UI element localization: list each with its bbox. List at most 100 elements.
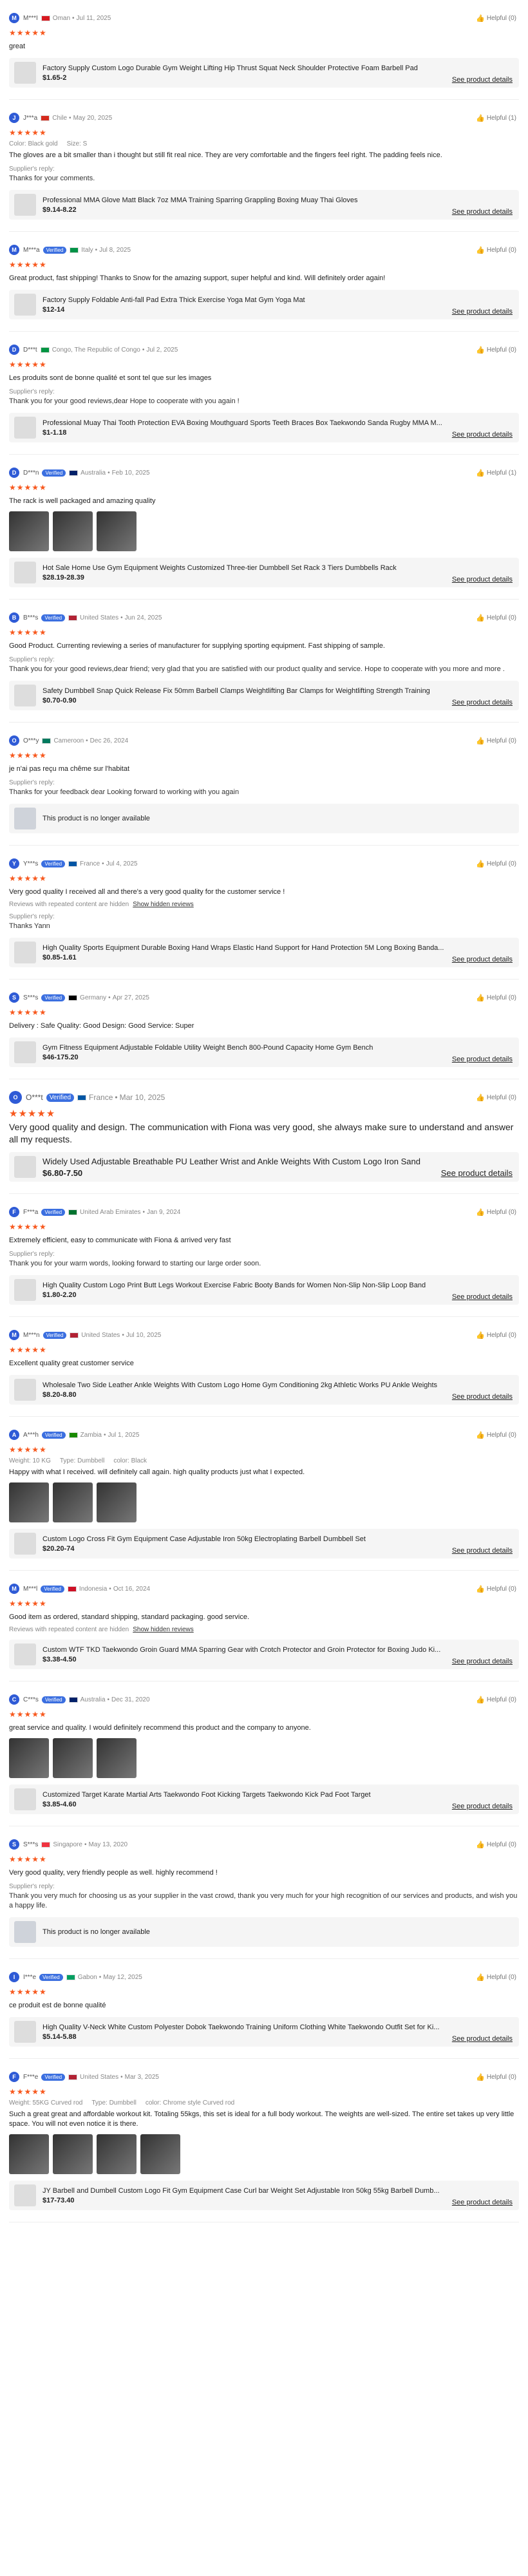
helpful-button[interactable]: 👍 Helpful (0) — [476, 860, 516, 868]
helpful-button[interactable]: 👍 Helpful (0) — [476, 1094, 516, 1102]
product-thumbnail[interactable] — [14, 1279, 36, 1301]
product-thumbnail[interactable] — [14, 2184, 36, 2206]
product-title[interactable]: Hot Sale Home Use Gym Equipment Weights … — [42, 564, 467, 572]
product-thumbnail[interactable] — [14, 562, 36, 583]
product-title[interactable]: JY Barbell and Dumbell Custom Logo Fit G… — [42, 2187, 467, 2195]
see-product-details-link[interactable]: See product details — [452, 956, 513, 963]
see-product-details-link[interactable]: See product details — [452, 1056, 513, 1063]
see-product-details-link[interactable]: See product details — [452, 208, 513, 216]
show-hidden-link[interactable]: Show hidden reviews — [133, 1626, 194, 1633]
see-product-details-link[interactable]: See product details — [452, 1393, 513, 1401]
helpful-button[interactable]: 👍 Helpful (0) — [476, 737, 516, 745]
see-product-details-link[interactable]: See product details — [452, 2035, 513, 2043]
product-card[interactable]: High Quality Custom Logo Print Butt Legs… — [9, 1275, 519, 1305]
review-photo[interactable] — [9, 2134, 49, 2174]
review-photo[interactable] — [53, 1482, 93, 1522]
review-photo[interactable] — [53, 2134, 93, 2174]
product-thumbnail[interactable] — [14, 1156, 36, 1178]
product-card[interactable]: JY Barbell and Dumbell Custom Logo Fit G… — [9, 2181, 519, 2210]
product-card[interactable]: Gym Fitness Equipment Adjustable Foldabl… — [9, 1037, 519, 1067]
product-thumbnail[interactable] — [14, 194, 36, 216]
product-thumbnail[interactable] — [14, 685, 36, 706]
product-thumbnail[interactable] — [14, 942, 36, 963]
product-card[interactable]: Safety Dumbbell Snap Quick Release Fix 5… — [9, 681, 519, 710]
product-card[interactable]: Wholesale Two Side Leather Ankle Weights… — [9, 1375, 519, 1405]
product-thumbnail[interactable] — [14, 62, 36, 84]
product-title[interactable]: Professional MMA Glove Matt Black 7oz MM… — [42, 196, 467, 204]
product-card[interactable]: Factory Supply Custom Logo Durable Gym W… — [9, 58, 519, 88]
product-thumbnail[interactable] — [14, 2021, 36, 2043]
helpful-button[interactable]: 👍 Helpful (0) — [476, 1585, 516, 1593]
helpful-button[interactable]: 👍 Helpful (0) — [476, 1696, 516, 1704]
review-text: Very good quality I received all and the… — [9, 888, 285, 896]
product-title[interactable]: Safety Dumbbell Snap Quick Release Fix 5… — [42, 687, 467, 695]
review-photo[interactable] — [97, 1482, 137, 1522]
product-title[interactable]: Custom WTF TKD Taekwondo Groin Guard MMA… — [42, 1646, 467, 1654]
review-photo[interactable] — [9, 511, 49, 551]
product-card[interactable]: High Quality V-Neck White Custom Polyest… — [9, 2017, 519, 2047]
product-title[interactable]: High Quality Custom Logo Print Butt Legs… — [42, 1282, 467, 1289]
see-product-details-link[interactable]: See product details — [452, 308, 513, 316]
helpful-button[interactable]: 👍 Helpful (1) — [476, 469, 516, 477]
helpful-button[interactable]: 👍 Helpful (0) — [476, 1208, 516, 1217]
product-title[interactable]: Factory Supply Custom Logo Durable Gym W… — [42, 64, 467, 72]
product-card[interactable]: Professional MMA Glove Matt Black 7oz MM… — [9, 190, 519, 220]
review-card: Y Y***s Verified France • Jul 4, 2025 👍 Helpf… — [9, 846, 519, 980]
see-product-details-link[interactable]: See product details — [452, 1547, 513, 1555]
product-title[interactable]: Wholesale Two Side Leather Ankle Weights… — [42, 1381, 467, 1389]
product-title[interactable]: Factory Supply Foldable Anti-fall Pad Ex… — [42, 296, 467, 304]
product-title[interactable]: Professional Muay Thai Tooth Protection … — [42, 419, 467, 427]
see-product-details-link[interactable]: See product details — [452, 576, 513, 583]
helpful-button[interactable]: 👍 Helpful (0) — [476, 14, 516, 23]
product-card[interactable]: Custom Logo Cross Fit Gym Equipment Case… — [9, 1529, 519, 1558]
product-title[interactable]: Customized Target Karate Martial Arts Ta… — [42, 1791, 467, 1799]
see-product-details-link[interactable]: See product details — [452, 76, 513, 84]
verified-badge: Verified — [41, 994, 66, 1001]
product-card[interactable]: Custom WTF TKD Taekwondo Groin Guard MMA… — [9, 1640, 519, 1669]
see-product-details-link[interactable]: See product details — [452, 1803, 513, 1810]
review-photo[interactable] — [140, 2134, 180, 2174]
review-photo[interactable] — [53, 511, 93, 551]
helpful-button[interactable]: 👍 Helpful (0) — [476, 2073, 516, 2081]
product-title[interactable]: Gym Fitness Equipment Adjustable Foldabl… — [42, 1044, 467, 1052]
product-title[interactable]: Widely Used Adjustable Breathable PU Lea… — [42, 1157, 467, 1166]
helpful-button[interactable]: 👍 Helpful (0) — [476, 1431, 516, 1439]
see-product-details-link[interactable]: See product details — [452, 2199, 513, 2206]
review-photo[interactable] — [53, 1738, 93, 1778]
product-card[interactable]: Customized Target Karate Martial Arts Ta… — [9, 1785, 519, 1814]
product-title[interactable]: Custom Logo Cross Fit Gym Equipment Case… — [42, 1535, 467, 1543]
product-card[interactable]: Professional Muay Thai Tooth Protection … — [9, 413, 519, 442]
product-card[interactable]: Widely Used Adjustable Breathable PU Lea… — [9, 1152, 519, 1182]
product-thumbnail[interactable] — [14, 1533, 36, 1555]
review-photo[interactable] — [97, 1738, 137, 1778]
see-product-details-link[interactable]: See product details — [452, 699, 513, 706]
product-thumbnail[interactable] — [14, 417, 36, 439]
helpful-button[interactable]: 👍 Helpful (0) — [476, 614, 516, 622]
show-hidden-link[interactable]: Show hidden reviews — [133, 901, 194, 908]
helpful-button[interactable]: 👍 Helpful (0) — [476, 1841, 516, 1849]
helpful-button[interactable]: 👍 Helpful (0) — [476, 1973, 516, 1982]
product-card[interactable]: Factory Supply Foldable Anti-fall Pad Ex… — [9, 290, 519, 319]
product-thumbnail[interactable] — [14, 1041, 36, 1063]
product-title[interactable]: High Quality Sports Equipment Durable Bo… — [42, 944, 467, 952]
review-photo[interactable] — [97, 511, 137, 551]
helpful-button[interactable]: 👍 Helpful (1) — [476, 114, 516, 122]
see-product-details-link[interactable]: See product details — [441, 1168, 513, 1178]
helpful-button[interactable]: 👍 Helpful (0) — [476, 246, 516, 254]
review-photo[interactable] — [9, 1482, 49, 1522]
product-title[interactable]: High Quality V-Neck White Custom Polyest… — [42, 2023, 467, 2031]
see-product-details-link[interactable]: See product details — [452, 1293, 513, 1301]
helpful-button[interactable]: 👍 Helpful (0) — [476, 1331, 516, 1340]
product-card[interactable]: Hot Sale Home Use Gym Equipment Weights … — [9, 558, 519, 587]
helpful-button[interactable]: 👍 Helpful (0) — [476, 346, 516, 354]
review-photo[interactable] — [9, 1738, 49, 1778]
review-photo[interactable] — [97, 2134, 137, 2174]
product-thumbnail[interactable] — [14, 1379, 36, 1401]
product-thumbnail[interactable] — [14, 1788, 36, 1810]
see-product-details-link[interactable]: See product details — [452, 1658, 513, 1665]
product-thumbnail[interactable] — [14, 294, 36, 316]
product-card[interactable]: High Quality Sports Equipment Durable Bo… — [9, 938, 519, 967]
product-thumbnail[interactable] — [14, 1643, 36, 1665]
see-product-details-link[interactable]: See product details — [452, 431, 513, 439]
helpful-button[interactable]: 👍 Helpful (0) — [476, 994, 516, 1002]
